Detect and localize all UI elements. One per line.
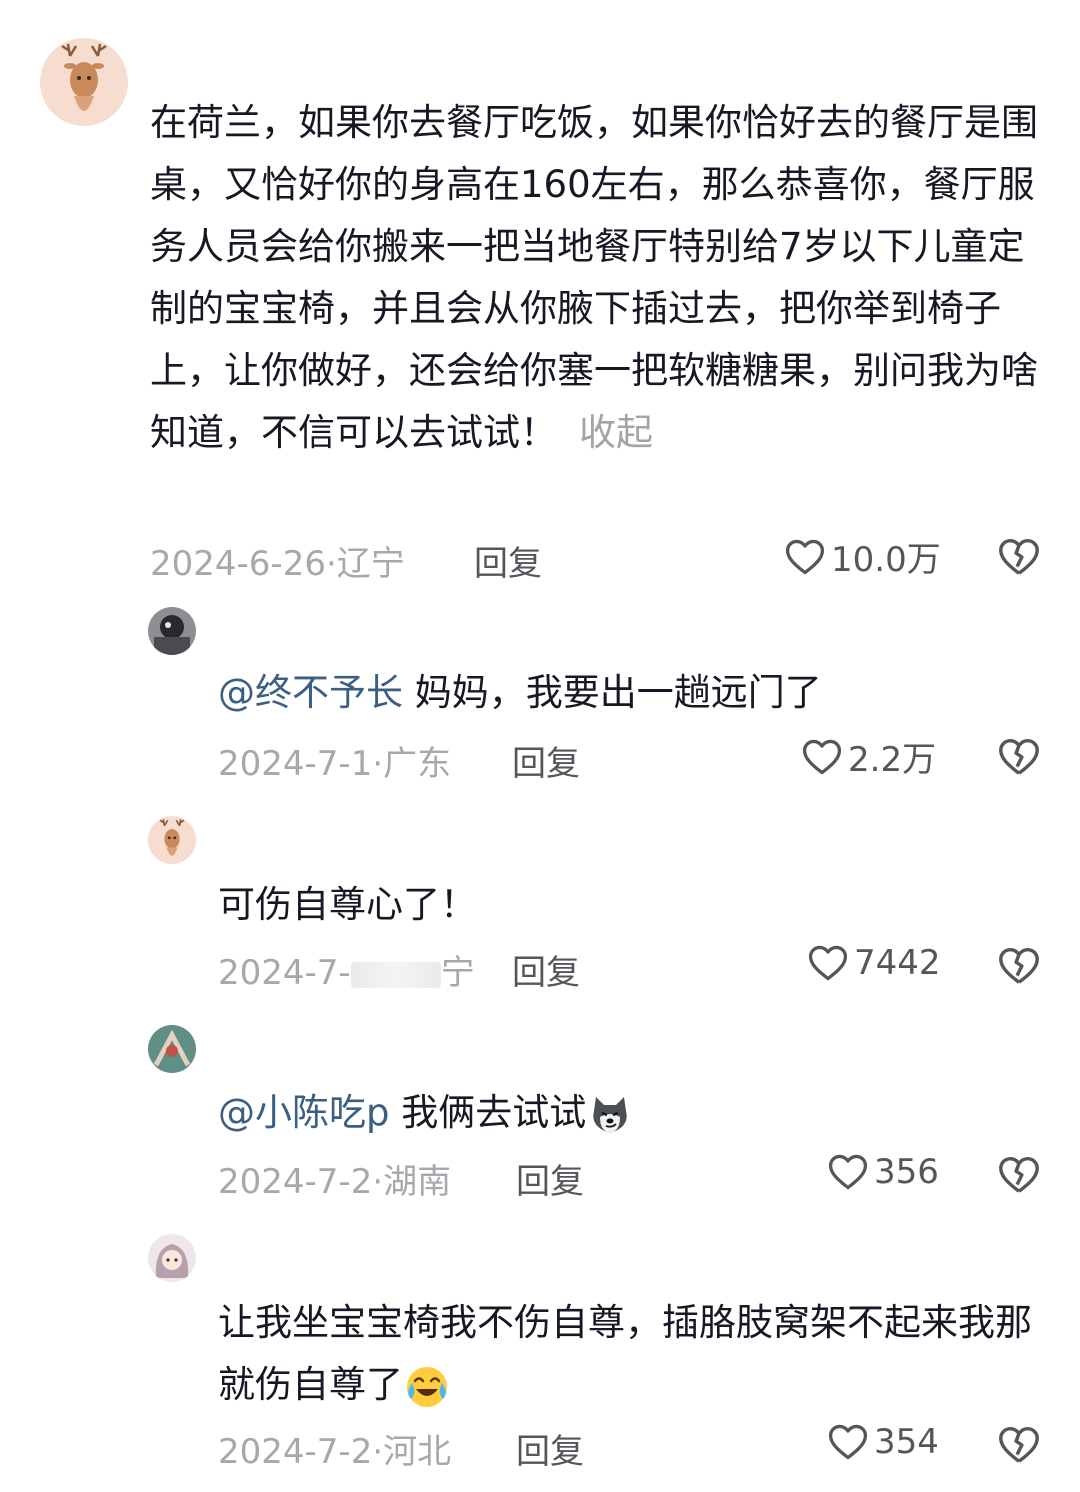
- comment-text: @小陈吃p 我俩去试试: [218, 1082, 1038, 1144]
- like-count: 10.0万: [831, 540, 941, 580]
- like-count: 356: [874, 1152, 939, 1192]
- comment-body: 让我坐宝宝椅我不伤自尊，插胳肢窝架不起来我那就伤自尊了: [218, 1301, 1032, 1406]
- comment-meta: 2024-7-2·湖南: [218, 1154, 451, 1203]
- heart-outline-icon: [828, 1424, 868, 1460]
- comment-body: 妈妈，我要出一趟远门了: [414, 671, 822, 714]
- avatar-user-2[interactable]: [148, 607, 196, 655]
- reply-button[interactable]: 回复: [516, 1154, 584, 1203]
- comment-body: 在荷兰，如果你去餐厅吃饭，如果你恰好去的餐厅是围桌，又恰好你的身高在160左右，…: [150, 101, 1038, 454]
- comment-text: 在荷兰，如果你去餐厅吃饭，如果你恰好去的餐厅是围桌，又恰好你的身高在160左右，…: [150, 92, 1040, 464]
- reply-button[interactable]: 回复: [474, 536, 542, 585]
- separator: ·: [372, 744, 384, 784]
- dislike-button[interactable]: [996, 734, 1042, 784]
- dislike-button[interactable]: [996, 1152, 1042, 1202]
- broken-heart-icon: [999, 538, 1039, 575]
- separator: ·: [325, 544, 337, 584]
- comment-text: @终不予长 妈妈，我要出一趟远门了: [218, 662, 1038, 724]
- comment-date: 2024-6-26: [150, 544, 326, 584]
- heart-outline-icon: [785, 539, 825, 574]
- separator: ·: [372, 1432, 384, 1472]
- comment-body: 我俩去试试: [401, 1091, 587, 1134]
- like-button[interactable]: 2.2万: [800, 732, 936, 781]
- comment-meta: 2024-7-2·河北: [218, 1424, 451, 1473]
- collapse-link[interactable]: 收起: [579, 411, 653, 454]
- comment-date: 2024-7-2: [218, 1162, 373, 1202]
- reply-button[interactable]: 回复: [512, 945, 580, 994]
- comment-date: 2024-7-1: [218, 744, 373, 784]
- dislike-button[interactable]: [996, 534, 1042, 584]
- comment-location: 湖南: [383, 1162, 452, 1202]
- like-count: 354: [874, 1422, 939, 1462]
- comment-meta: 2024-7-1·广东: [218, 736, 451, 785]
- comment-location: 广东: [383, 744, 452, 784]
- comment-date: 2024-7-2: [218, 1432, 373, 1472]
- avatar-user-5[interactable]: [148, 1234, 196, 1282]
- comment-location: 宁: [440, 953, 475, 993]
- comment-text: 可伤自尊心了！: [218, 883, 477, 926]
- like-button[interactable]: 10.0万: [783, 532, 941, 581]
- crying-laughing-emoji: [407, 1366, 447, 1407]
- comment-meta: 2024-6-26·辽宁: [150, 536, 405, 585]
- dislike-button[interactable]: [996, 1422, 1042, 1472]
- broken-heart-icon: [999, 1426, 1039, 1463]
- dislike-button[interactable]: [996, 943, 1042, 993]
- mention-link[interactable]: @小陈吃p: [218, 1091, 390, 1134]
- like-count: 7442: [854, 943, 941, 983]
- mention-link[interactable]: @终不予长: [218, 671, 403, 714]
- husky-smirk-emoji: [593, 1096, 627, 1133]
- comment-text: 让我坐宝宝椅我不伤自尊，插胳肢窝架不起来我那就伤自尊了: [218, 1292, 1048, 1416]
- like-count: 2.2万: [848, 740, 937, 780]
- like-button[interactable]: 356: [826, 1150, 939, 1194]
- comment-meta: 2024-7- 宁: [218, 945, 475, 994]
- comment-location: 河北: [383, 1432, 452, 1472]
- heart-outline-icon: [802, 739, 842, 774]
- heart-outline-icon: [828, 1154, 868, 1190]
- blurred-region: [350, 961, 441, 988]
- avatar-deer[interactable]: [148, 816, 196, 864]
- heart-outline-icon: [808, 945, 848, 981]
- broken-heart-icon: [999, 738, 1039, 775]
- avatar-user-4[interactable]: [148, 1025, 196, 1073]
- broken-heart-icon: [999, 947, 1039, 984]
- broken-heart-icon: [999, 1156, 1039, 1193]
- like-button[interactable]: 7442: [806, 941, 941, 985]
- reply-button[interactable]: 回复: [516, 1424, 584, 1473]
- comment-location: 辽宁: [336, 544, 405, 584]
- like-button[interactable]: 354: [826, 1420, 939, 1464]
- avatar-deer[interactable]: [40, 38, 128, 126]
- reply-button[interactable]: 回复: [512, 736, 580, 785]
- comment-date: 2024-7-: [218, 953, 351, 993]
- separator: ·: [372, 1162, 384, 1202]
